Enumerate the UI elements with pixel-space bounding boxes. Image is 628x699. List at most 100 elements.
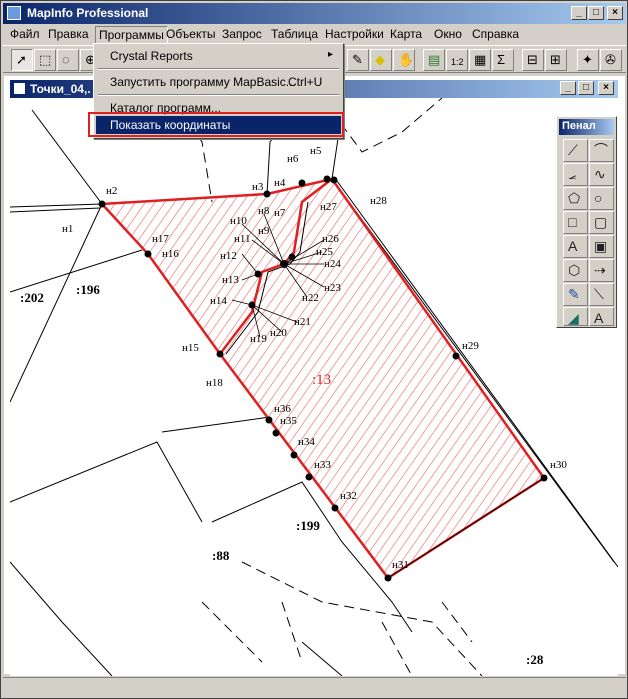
point-label: н31 — [392, 559, 409, 571]
menu-programs[interactable]: Программы — [95, 26, 168, 44]
redistrict-icon[interactable]: ✦ — [577, 49, 599, 71]
menu-file[interactable]: Файл — [7, 27, 43, 43]
frame-icon[interactable]: ▣ — [589, 235, 614, 258]
close-button[interactable]: × — [607, 6, 623, 20]
map-canvas[interactable]: :13 :202 :196 :199 :88 :28 н1 н2 н3 н4 н… — [9, 97, 619, 677]
menu-edit[interactable]: Правка — [45, 27, 92, 43]
point-label: н19 — [250, 333, 267, 345]
curve-icon[interactable]: ∿ — [589, 163, 614, 186]
point-label: н36 — [274, 403, 291, 415]
menu-bar: Файл Правка Программы Объекты Запрос Таб… — [3, 24, 626, 44]
line-style-icon[interactable]: ⟍ — [589, 283, 614, 306]
point-label: н5 — [310, 145, 322, 157]
arc-icon[interactable]: ⌒ — [589, 139, 614, 162]
submenu-arrow-icon: ▸ — [327, 49, 333, 60]
toolbox-title: Пенал — [562, 120, 596, 132]
info-icon[interactable]: ▦ — [469, 49, 491, 71]
rounded-rect-icon[interactable]: ▢ — [589, 211, 614, 234]
menu-item-crystal-reports[interactable]: Crystal Reports ▸ — [96, 47, 341, 65]
point-label: н28 — [370, 195, 387, 207]
layer-control-icon[interactable]: ▤ — [423, 49, 445, 71]
radius-select-icon[interactable]: ◌ — [57, 49, 79, 71]
reshape-icon[interactable]: ⬡ — [563, 259, 588, 282]
region-style-icon[interactable]: ◢ — [563, 307, 588, 326]
point-label: н18 — [206, 377, 223, 389]
point-label: н13 — [222, 274, 239, 286]
text-style-icon[interactable]: A — [589, 307, 614, 326]
text-icon[interactable]: A — [563, 235, 588, 258]
map-close-button[interactable]: × — [598, 81, 614, 95]
toolbox-title-bar: Пенал — [559, 119, 614, 135]
point-label: н2 — [106, 185, 117, 197]
marquee-select-icon[interactable]: ⬚ — [34, 49, 56, 71]
map-minimize-button[interactable]: _ — [560, 81, 576, 95]
polyline-icon[interactable]: ⦟ — [563, 163, 588, 186]
maximize-button[interactable]: □ — [588, 6, 604, 20]
point-label: н32 — [340, 490, 357, 502]
ruler-icon[interactable]: 1:2 — [446, 49, 468, 71]
menu-objects[interactable]: Объекты — [163, 27, 219, 43]
point-label: н29 — [462, 340, 479, 352]
point-label: н6 — [287, 153, 299, 165]
parcel-label-main: :13 — [312, 372, 331, 388]
point-label: н35 — [280, 415, 297, 427]
legend-icon[interactable]: ⊞ — [545, 49, 567, 71]
point-label: н3 — [252, 181, 264, 193]
map-window: Точки_04,. _ □ ×:13:202:196:199:88 … — [3, 75, 626, 677]
point-label: н22 — [302, 292, 319, 304]
menu-help[interactable]: Справка — [469, 27, 522, 43]
point-label: н16 — [162, 248, 179, 260]
point-label: н25 — [316, 246, 333, 258]
menu-table[interactable]: Таблица — [268, 27, 321, 43]
point-label: н12 — [220, 250, 237, 262]
point-label: н8 — [258, 205, 270, 217]
arrow-icon[interactable]: ➚ — [11, 49, 33, 71]
point-label: н24 — [324, 258, 341, 270]
line-icon[interactable]: ⟋ — [563, 139, 588, 162]
map-maximize-button[interactable]: □ — [578, 81, 594, 95]
point-label: н26 — [322, 233, 339, 245]
add-node-icon[interactable]: ⇢ — [589, 259, 614, 282]
symbol-style-icon[interactable]: ✎ — [563, 283, 588, 306]
polygon-icon[interactable]: ⬠ — [563, 187, 588, 210]
parcel-label-199: :199 — [296, 518, 320, 533]
map-drawing[interactable]: :13 :202 :196 :199 :88 :28 н1 н2 н3 н4 н… — [9, 97, 619, 677]
app-icon — [7, 6, 21, 20]
point-label: н10 — [230, 215, 247, 227]
point-label: н17 — [152, 233, 169, 245]
highlight-annotation — [88, 112, 344, 137]
map-window-title: Точки_04,. — [30, 82, 91, 96]
drawing-toolbox: Пенал ⟋ ⌒ ⦟ ∿ ⬠ ○ □ ▢ A ▣ ⬡ ⇢ ✎ ⟍ ◢ A — [556, 116, 617, 328]
point-label: н14 — [210, 295, 227, 307]
parcel-label-196: :196 — [76, 282, 100, 297]
run-icon[interactable]: ✇ — [600, 49, 622, 71]
point-label: н30 — [550, 459, 567, 471]
menu-window[interactable]: Окно — [431, 27, 465, 43]
point-label: н4 — [274, 177, 286, 189]
menu-settings[interactable]: Настройки — [322, 27, 387, 43]
parcel-label-202: :202 — [20, 290, 44, 305]
menu-separator — [98, 94, 339, 96]
menu-query[interactable]: Запрос — [219, 27, 265, 43]
grabber-icon[interactable]: ✋ — [393, 49, 415, 71]
sum-icon[interactable]: Σ — [492, 49, 514, 71]
statistics-icon[interactable]: ⊟ — [522, 49, 544, 71]
rectangle-icon[interactable]: □ — [563, 211, 588, 234]
minimize-button[interactable]: _ — [571, 6, 587, 20]
menu-map[interactable]: Карта — [387, 27, 425, 43]
point-label: н27 — [320, 201, 337, 213]
point-label: н1 — [62, 223, 73, 235]
point-label: н20 — [270, 327, 287, 339]
parcel-label-88: :88 — [212, 548, 230, 563]
status-bar — [3, 677, 626, 697]
point-label: н9 — [258, 225, 270, 237]
point-label: н34 — [298, 436, 315, 448]
point-label: н23 — [324, 282, 341, 294]
app-title: MapInfo Professional — [27, 6, 149, 20]
ellipse-icon[interactable]: ○ — [589, 187, 614, 210]
pencil-icon[interactable]: ✎ — [347, 49, 369, 71]
label-icon[interactable]: ◆ — [370, 49, 392, 71]
mdi-area: Точки_04,. _ □ ×:13:202:196:199:88 … — [3, 75, 626, 677]
point-label: н7 — [274, 207, 286, 219]
menu-item-run-mapbasic[interactable]: Запустить программу MapBasic... Ctrl+U — [96, 73, 341, 91]
